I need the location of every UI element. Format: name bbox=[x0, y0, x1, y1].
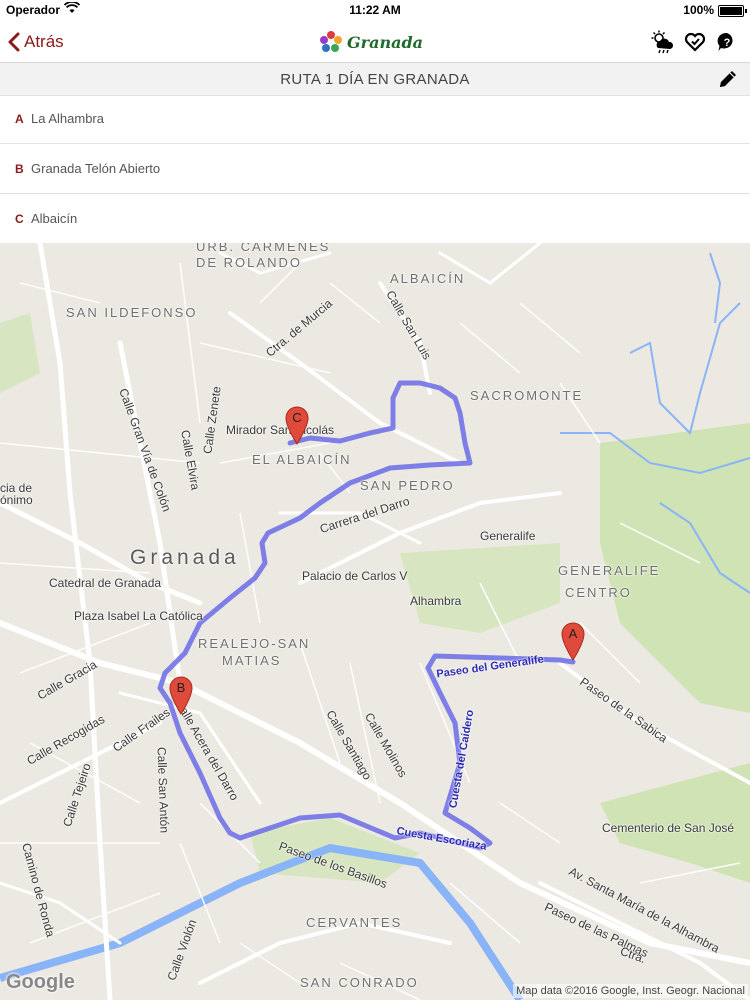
map-label: DE ROLANDO bbox=[196, 255, 302, 270]
stop-letter: B bbox=[15, 161, 24, 176]
list-item[interactable]: A La Alhambra bbox=[0, 94, 750, 144]
stop-name: Albaicín bbox=[31, 211, 78, 226]
map-label: CERVANTES bbox=[306, 915, 403, 930]
stop-letter: A bbox=[15, 111, 24, 126]
map-marker-c[interactable]: C bbox=[284, 405, 310, 445]
stop-letter: C bbox=[15, 211, 24, 226]
map-label: SACROMONTE bbox=[470, 388, 584, 403]
heart-check-icon[interactable] bbox=[682, 28, 708, 56]
map-label: Cementerio de San José bbox=[602, 821, 735, 835]
map-label: SAN CONRADO bbox=[300, 975, 419, 990]
map-label: MATIAS bbox=[222, 653, 282, 668]
map-label: URB. CARMENES bbox=[196, 243, 331, 254]
granada-logo: Granada bbox=[318, 27, 423, 57]
route-title-bar: RUTA 1 DÍA EN GRANADA bbox=[0, 63, 750, 96]
route-map[interactable]: URB. CARMENES DE ROLANDO ALBAICÍN SAN IL… bbox=[0, 243, 750, 1000]
clock: 11:22 AM bbox=[349, 3, 401, 17]
weather-icon[interactable] bbox=[650, 28, 676, 56]
status-bar: Operador 11:22 AM 100% bbox=[0, 0, 750, 22]
map-label: GENERALIFE bbox=[558, 563, 661, 578]
marker-label: C bbox=[292, 410, 302, 425]
map-attribution[interactable]: Map data ©2016 Google, Inst. Geogr. Naci… bbox=[513, 984, 748, 998]
nav-bar: Atrás Granada ? bbox=[0, 22, 750, 63]
back-button[interactable]: Atrás bbox=[8, 29, 64, 55]
map-label: EL ALBAICÍN bbox=[252, 452, 352, 467]
stop-name: La Alhambra bbox=[31, 111, 104, 126]
list-item[interactable]: C Albaicín bbox=[0, 194, 750, 244]
map-label: SAN PEDRO bbox=[360, 478, 455, 493]
map-label: Generalife bbox=[480, 529, 536, 543]
chevron-left-icon bbox=[8, 32, 20, 52]
map-label: SAN ILDEFONSO bbox=[66, 305, 198, 320]
logo-text: Granada bbox=[347, 32, 424, 52]
map-label: Catedral de Granada bbox=[49, 576, 162, 590]
map-label: Plaza Isabel La Católica bbox=[74, 609, 203, 623]
map-label: Calle San Antón bbox=[154, 746, 172, 834]
map-label: cia de bbox=[0, 481, 33, 495]
list-item[interactable]: B Granada Telón Abierto bbox=[0, 144, 750, 194]
pomegranate-flower-icon bbox=[320, 31, 342, 52]
svg-text:?: ? bbox=[724, 37, 731, 49]
map-label: ónimo bbox=[0, 493, 33, 507]
map-label: Alhambra bbox=[410, 594, 462, 608]
map-label: Mirador San Nicolás bbox=[226, 423, 335, 437]
map-label: REALEJO-SAN bbox=[198, 636, 311, 651]
help-icon[interactable]: ? bbox=[714, 28, 740, 56]
map-label: CENTRO bbox=[565, 585, 632, 600]
stop-name: Granada Telón Abierto bbox=[31, 161, 161, 176]
map-label: ALBAICÍN bbox=[390, 271, 466, 286]
stops-list: A La Alhambra B Granada Telón Abierto C … bbox=[0, 94, 750, 244]
marker-label: B bbox=[176, 680, 186, 695]
map-marker-b[interactable]: B bbox=[168, 675, 194, 715]
battery-icon bbox=[718, 5, 747, 17]
marker-label: A bbox=[568, 626, 578, 641]
battery-percent: 100% bbox=[683, 3, 714, 17]
page-title: RUTA 1 DÍA EN GRANADA bbox=[280, 71, 470, 88]
edit-pencil-icon[interactable] bbox=[716, 67, 740, 91]
google-logo: Google bbox=[6, 971, 75, 993]
map-label-city: Granada bbox=[130, 546, 240, 569]
map-marker-a[interactable]: A bbox=[560, 621, 586, 661]
back-label: Atrás bbox=[24, 32, 64, 51]
map-label: Palacio de Carlos V bbox=[302, 569, 408, 583]
